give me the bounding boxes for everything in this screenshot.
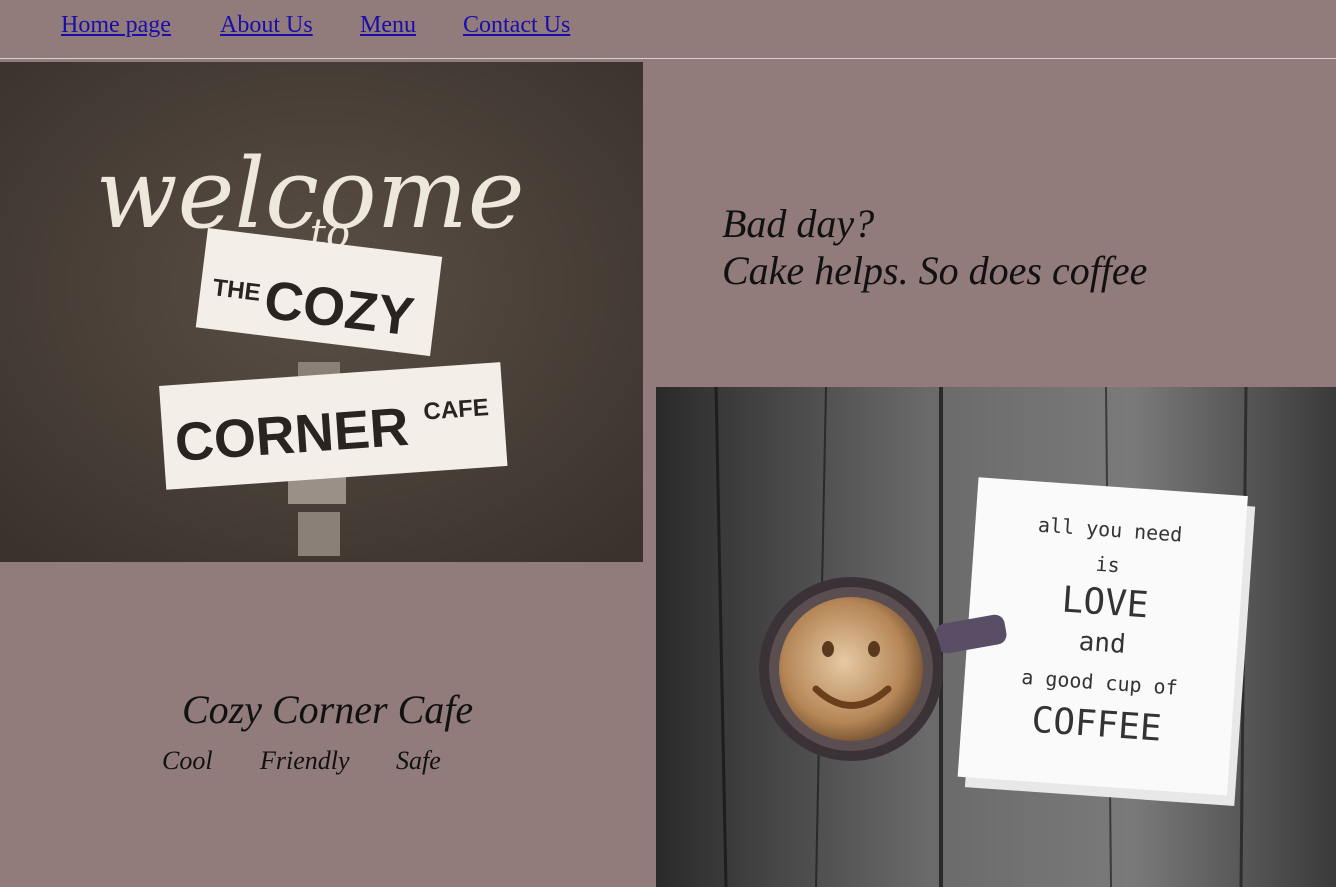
trait-friendly: Friendly [260, 746, 350, 775]
nav-link-menu[interactable]: Menu [360, 12, 416, 39]
svg-text:LOVE: LOVE [1060, 579, 1149, 626]
tagline-line-2: Cake helps. So does coffee [722, 248, 1148, 293]
welcome-sign-image: welcome to THE COZY CORNER CAFE [0, 62, 643, 562]
svg-text:is: is [1095, 552, 1121, 578]
coffee-love-image: all you need is LOVE and a good cup of C… [656, 387, 1336, 887]
svg-text:CAFE: CAFE [423, 394, 490, 425]
svg-text:and: and [1078, 627, 1127, 660]
nav-link-about-us[interactable]: About Us [220, 12, 313, 39]
top-nav: Home page About Us Menu Contact Us [0, 0, 1336, 59]
nav-link-home[interactable]: Home page [61, 12, 171, 39]
cafe-name-heading: Cozy Corner Cafe [182, 687, 474, 732]
trait-safe: Safe [396, 746, 441, 775]
tagline-line-1: Bad day? [722, 201, 875, 246]
trait-cool: Cool [162, 746, 213, 775]
nav-link-contact-us[interactable]: Contact Us [463, 12, 570, 39]
tagline: Bad day? Cake helps. So does coffee [722, 200, 1147, 294]
